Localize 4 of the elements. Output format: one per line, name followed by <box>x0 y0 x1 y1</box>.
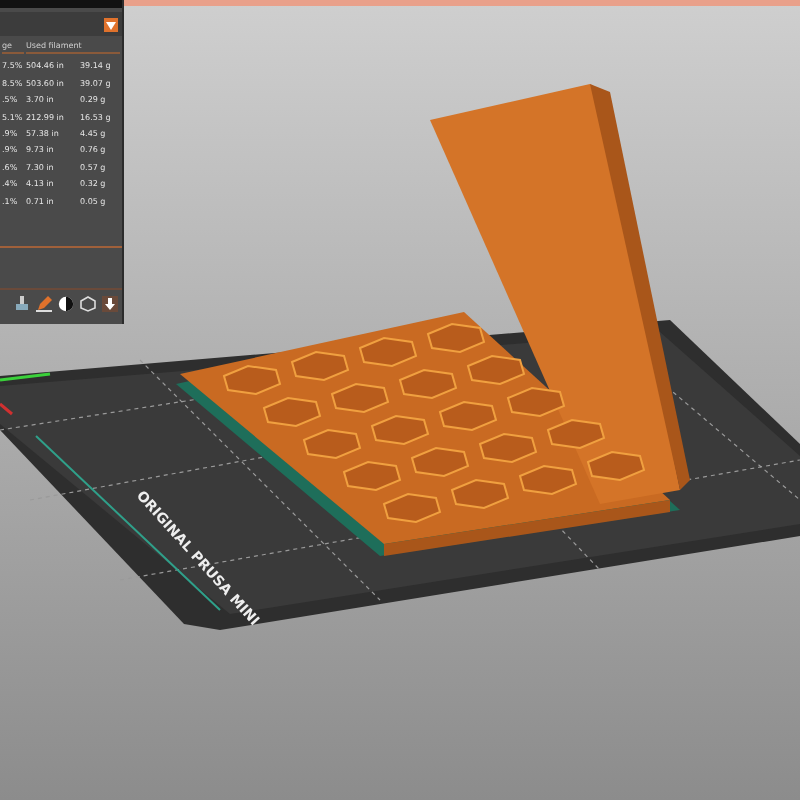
dropdown-button[interactable] <box>104 18 118 32</box>
download-icon[interactable] <box>102 296 118 312</box>
half-circle-icon[interactable] <box>58 296 74 312</box>
pencil-icon[interactable] <box>36 296 52 312</box>
